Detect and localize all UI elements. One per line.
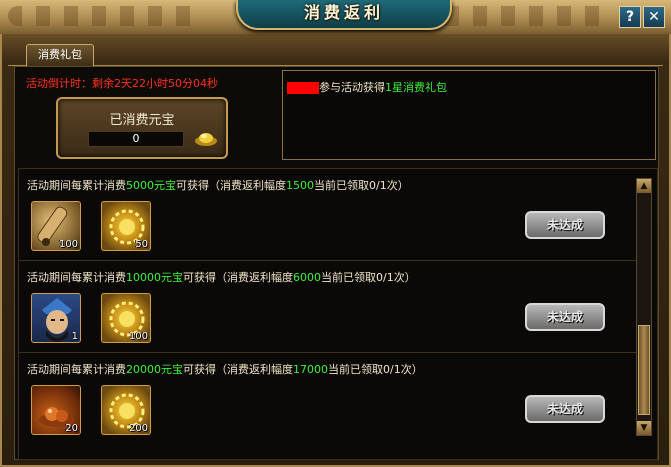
scroll-down-icon[interactable]: ▼ (637, 421, 651, 435)
spent-label: 已消费元宝 (109, 113, 175, 128)
scroll-thumb[interactable] (638, 325, 650, 415)
tier-suffix: 当前已领取0/1次） (314, 179, 409, 192)
message-line: 参与活动获得1星消费礼包 (287, 79, 447, 95)
tier-prefix: 活动期间每累计消费 (27, 179, 126, 192)
tier-amount: 20000元宝 (126, 363, 183, 376)
reward-list: 活动期间每累计消费5000元宝可获得（消费返利幅度1500当前已领取0/1次） … (18, 168, 658, 460)
reward-slot[interactable]: 20 (31, 385, 81, 435)
spent-value: 0 (88, 131, 184, 147)
tier-suffix: 当前已领取0/1次） (321, 271, 416, 284)
reward-slot[interactable]: 1 (31, 293, 81, 343)
message-panel: 参与活动获得1星消费礼包 (282, 70, 656, 160)
reward-slot[interactable]: 100 (31, 201, 81, 251)
help-button[interactable]: ? (619, 6, 641, 28)
status-button[interactable]: 未达成 (525, 303, 605, 331)
message-text: 参与活动获得 (319, 81, 385, 94)
reward-qty: 100 (128, 331, 148, 342)
reward-qty: 1 (71, 331, 78, 342)
title-plate: 消费返利 (236, 0, 452, 30)
tier-middle: 可获得（消费返利幅度 (183, 363, 293, 376)
message-reward: 1星消费礼包 (385, 81, 447, 94)
tier-amount: 5000元宝 (126, 179, 176, 192)
tab-bar: 消费礼包 (8, 36, 663, 66)
tab-consume-gift[interactable]: 消费礼包 (26, 44, 94, 66)
tier-amount: 10000元宝 (126, 271, 183, 284)
countdown-text: 活动倒计时：剩余2天22小时50分04秒 (26, 75, 218, 91)
tier-middle: 可获得（消费返利幅度 (176, 179, 286, 192)
reward-qty: 100 (58, 239, 78, 250)
reward-slot[interactable]: 100 (101, 293, 151, 343)
scroll-up-icon[interactable]: ▲ (637, 179, 651, 193)
tier-prefix: 活动期间每累计消费 (27, 363, 126, 376)
tier-prefix: 活动期间每累计消费 (27, 271, 126, 284)
countdown-label: 活动倒计时： (26, 77, 92, 90)
spent-panel: 已消费元宝 0 (56, 97, 228, 159)
reward-tier: 活动期间每累计消费20000元宝可获得（消费返利幅度17000当前已领取0/1次… (19, 353, 639, 445)
close-button[interactable]: ✕ (643, 6, 665, 28)
tier-rebate: 1500 (286, 179, 314, 192)
tier-suffix: 当前已领取0/1次） (328, 363, 423, 376)
tier-description: 活动期间每累计消费20000元宝可获得（消费返利幅度17000当前已领取0/1次… (27, 361, 423, 377)
reward-qty: 20 (65, 423, 78, 434)
tier-rebate: 17000 (293, 363, 328, 376)
status-button[interactable]: 未达成 (525, 211, 605, 239)
scrollbar[interactable]: ▲ ▼ (636, 178, 652, 436)
tier-rebate: 6000 (293, 271, 321, 284)
gold-ingot-icon (195, 133, 217, 146)
reward-slot[interactable]: 200 (101, 385, 151, 435)
reward-qty: 50 (135, 239, 148, 250)
reward-slot[interactable]: 50 (101, 201, 151, 251)
countdown-value: 剩余2天22小时50分04秒 (92, 77, 218, 90)
status-button[interactable]: 未达成 (525, 395, 605, 423)
window-title: 消费返利 (303, 3, 384, 22)
tier-description: 活动期间每累计消费5000元宝可获得（消费返利幅度1500当前已领取0/1次） (27, 177, 409, 193)
redacted-name (287, 82, 319, 94)
tier-description: 活动期间每累计消费10000元宝可获得（消费返利幅度6000当前已领取0/1次） (27, 269, 416, 285)
reward-qty: 200 (128, 423, 148, 434)
reward-tier: 活动期间每累计消费10000元宝可获得（消费返利幅度6000当前已领取0/1次）… (19, 261, 639, 353)
tier-middle: 可获得（消费返利幅度 (183, 271, 293, 284)
reward-tier: 活动期间每累计消费5000元宝可获得（消费返利幅度1500当前已领取0/1次） … (19, 169, 639, 261)
